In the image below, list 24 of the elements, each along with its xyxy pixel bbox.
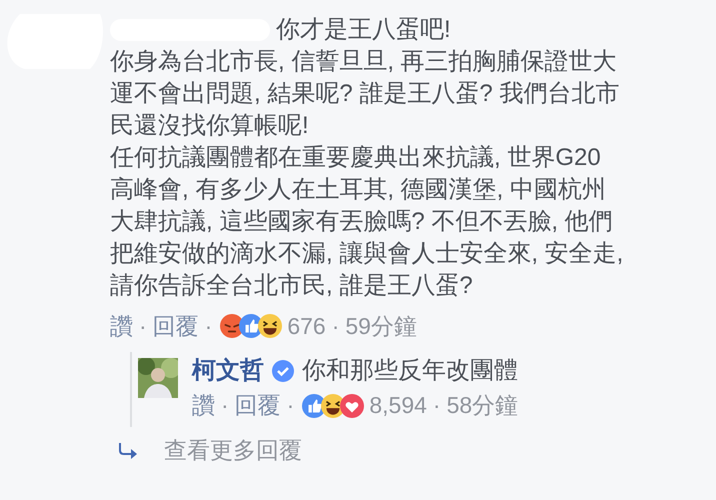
view-more-replies-link[interactable]: 查看更多回覆 bbox=[164, 435, 302, 466]
reaction-count[interactable]: 8,594 bbox=[369, 392, 427, 419]
reply-link[interactable]: 回覆 bbox=[234, 390, 281, 421]
reply-link[interactable]: 回覆 bbox=[152, 310, 199, 342]
timestamp[interactable]: 58分鐘 bbox=[446, 390, 518, 421]
separator-dot: · bbox=[204, 312, 212, 341]
avatar[interactable] bbox=[138, 358, 178, 398]
like-link[interactable]: 讚 bbox=[192, 390, 215, 421]
comment-text: 你身為台北市長, 信誓旦旦, 再三拍胸脯保證世大運不會出問題, 結果呢? 誰是王八蛋? 我們台北市民還沒找你算帳呢! bbox=[110, 47, 620, 141]
separator-dot: · bbox=[332, 312, 340, 341]
like-link[interactable]: 讚 bbox=[110, 310, 133, 342]
reply-arrow-icon bbox=[118, 442, 138, 458]
comment-text: 任何抗議團體都在重要慶典出來抗議, 世界G20高峰會, 有多少人在土耳其, 德國漢堡, 中國杭州大肆抗議, 這些國家有丟臉嗎? 不但不丟臉, 他們把維安做的滴水不漏, 讓與會人士安全來, 安全走, 請你告訴全台北市民, 誰是王八蛋? bbox=[110, 143, 624, 301]
love-reaction-icon[interactable] bbox=[340, 394, 364, 418]
author-name[interactable]: 柯文哲 bbox=[192, 356, 264, 386]
separator-dot: · bbox=[286, 392, 294, 419]
timestamp[interactable]: 59分鐘 bbox=[345, 310, 417, 342]
haha-reaction-icon[interactable] bbox=[258, 314, 282, 338]
separator-dot: · bbox=[221, 392, 229, 419]
reply-text: 你和那些反年改團體 bbox=[302, 356, 518, 386]
separator-dot: · bbox=[432, 392, 441, 419]
separator-dot: · bbox=[139, 312, 147, 341]
reaction-count[interactable]: 676 bbox=[287, 310, 326, 342]
comment-text: 你才是王八蛋吧! bbox=[276, 15, 451, 45]
